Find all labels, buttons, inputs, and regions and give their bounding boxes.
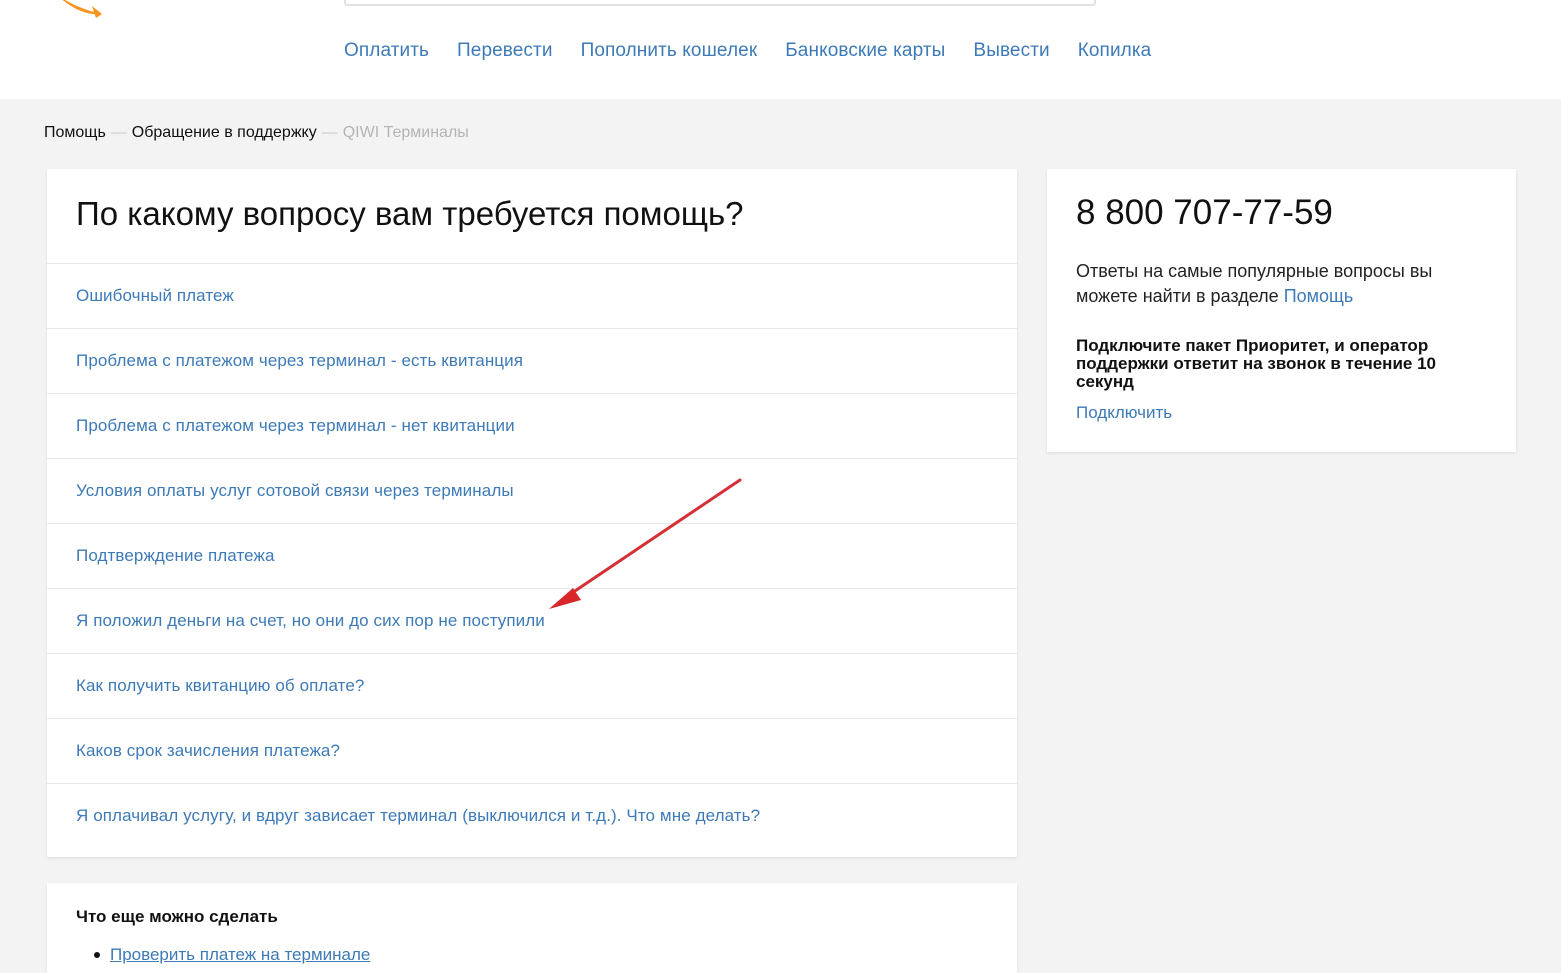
nav-withdraw[interactable]: Вывести <box>973 40 1049 68</box>
support-phone: 8 800 707-77-59 <box>1076 193 1333 232</box>
question-link[interactable]: Ошибочный платеж <box>76 286 234 306</box>
questions-card: По какому вопросу вам требуется помощь? … <box>47 169 1017 857</box>
question-item[interactable]: Я оплачивал услугу, и вдруг зависает тер… <box>47 783 1017 848</box>
question-item[interactable]: Как получить квитанцию об оплате? <box>47 653 1017 718</box>
check-payment-link[interactable]: Проверить платеж на терминале <box>110 945 370 965</box>
nav-bank-cards[interactable]: Банковские карты <box>785 40 945 68</box>
search-input[interactable] <box>344 0 1096 6</box>
question-item[interactable]: Я положил деньги на счет, но они до сих … <box>47 588 1017 653</box>
question-link[interactable]: Условия оплаты услуг сотовой связи через… <box>76 481 514 501</box>
breadcrumb-separator: — <box>110 124 127 141</box>
nav-pay[interactable]: Оплатить <box>344 40 429 68</box>
main-nav: Оплатить Перевести Пополнить кошелек Бан… <box>344 40 1151 68</box>
breadcrumb-support[interactable]: Обращение в поддержку <box>132 124 317 141</box>
question-list: Ошибочный платеж Проблема с платежом чер… <box>47 263 1017 848</box>
nav-transfer[interactable]: Перевести <box>457 40 553 68</box>
connect-link[interactable]: Подключить <box>1076 403 1172 423</box>
more-actions-card: Что еще можно сделать Проверить платеж н… <box>47 883 1017 973</box>
bullet-icon <box>94 952 100 958</box>
question-link[interactable]: Я оплачивал услугу, и вдруг зависает тер… <box>76 806 760 826</box>
question-link[interactable]: Подтверждение платежа <box>76 546 275 566</box>
qiwi-logo-icon[interactable] <box>30 0 120 20</box>
priority-text: Подключите пакет Приоритет, и оператор п… <box>1076 336 1436 391</box>
faq-description: Ответы на самые популярные вопросы вы мо… <box>1076 261 1433 306</box>
breadcrumb-help[interactable]: Помощь <box>44 124 106 141</box>
question-item[interactable]: Подтверждение платежа <box>47 523 1017 588</box>
breadcrumb-current: QIWI Терминалы <box>342 124 469 141</box>
more-actions-list: Проверить платеж на терминале <box>76 945 370 965</box>
breadcrumb: Помощь — Обращение в поддержку — QIWI Термин… <box>44 124 469 142</box>
breadcrumb-separator: — <box>321 124 338 141</box>
question-link[interactable]: Каков срок зачисления платежа? <box>76 741 340 761</box>
more-actions-title: Что еще можно сделать <box>76 907 278 926</box>
contact-card: 8 800 707-77-59 Ответы на самые популярн… <box>1047 169 1516 452</box>
faq-text: Ответы на самые популярные вопросы вы мо… <box>1076 259 1496 309</box>
site-header: Оплатить Перевести Пополнить кошелек Бан… <box>0 0 1561 99</box>
question-item[interactable]: Ошибочный платеж <box>47 263 1017 328</box>
question-link[interactable]: Проблема с платежом через терминал - ест… <box>76 351 523 371</box>
question-link[interactable]: Как получить квитанцию об оплате? <box>76 676 364 696</box>
nav-top-up-wallet[interactable]: Пополнить кошелек <box>581 40 758 68</box>
question-item[interactable]: Проблема с платежом через терминал - нет… <box>47 393 1017 458</box>
page-title: По какому вопросу вам требуется помощь? <box>76 195 744 232</box>
question-item[interactable]: Каков срок зачисления платежа? <box>47 718 1017 783</box>
question-link[interactable]: Проблема с платежом через терминал - нет… <box>76 416 515 436</box>
question-link[interactable]: Я положил деньги на счет, но они до сих … <box>76 611 545 631</box>
list-item: Проверить платеж на терминале <box>76 945 370 965</box>
nav-piggy-bank[interactable]: Копилка <box>1078 40 1152 68</box>
question-item[interactable]: Условия оплаты услуг сотовой связи через… <box>47 458 1017 523</box>
question-item[interactable]: Проблема с платежом через терминал - ест… <box>47 328 1017 393</box>
help-link[interactable]: Помощь <box>1284 286 1354 306</box>
